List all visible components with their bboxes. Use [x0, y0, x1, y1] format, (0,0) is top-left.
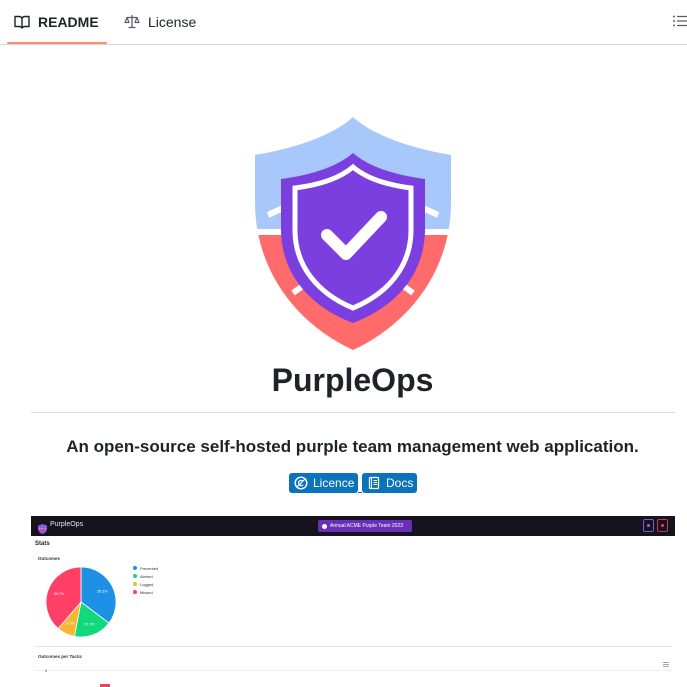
check-circle-icon: [322, 523, 327, 529]
title-divider: [31, 412, 675, 413]
legend-label: Missed: [140, 589, 153, 595]
y-tick-label: 5: [45, 668, 48, 673]
pie-legend: Prevented Alerted Logged Missed: [133, 564, 158, 596]
outcomes-pie-chart: 35.3% 17.7% 8.3% 35.7%: [45, 566, 117, 638]
active-tab-indicator: [7, 42, 107, 44]
legend-label: Alerted: [140, 573, 153, 579]
tab-readme[interactable]: README: [14, 0, 99, 44]
logout-icon: [657, 519, 668, 532]
pie-label-missed: 35.7%: [54, 592, 65, 596]
scale-icon: [124, 14, 140, 30]
licence-icon: [294, 476, 308, 490]
pie-label-alerted: 17.7%: [84, 623, 95, 627]
licence-badge-label: Licence: [313, 476, 355, 490]
legend-item-missed: Missed: [133, 588, 158, 596]
settings-icon: [643, 519, 654, 532]
licence-badge[interactable]: Licence: [289, 473, 358, 493]
screenshot-brand: PurpleOps: [50, 521, 84, 528]
readme-title: PurpleOps: [271, 362, 434, 398]
purpleops-logo: [253, 117, 453, 352]
screenshot-navbar: PurpleOps Annual ACME Purple Team 2023: [31, 516, 675, 536]
tab-readme-label: README: [38, 14, 99, 30]
legend-swatch: [133, 574, 137, 578]
assessment-pill: Annual ACME Purple Team 2023: [318, 520, 412, 532]
book-icon: [14, 14, 30, 30]
tab-license-label: License: [148, 14, 197, 30]
docs-badge-label: Docs: [386, 476, 414, 490]
legend-swatch: [133, 566, 137, 570]
screenshot-divider: [34, 646, 672, 647]
docs-badge[interactable]: Docs: [362, 473, 417, 493]
outline-list-icon[interactable]: [672, 13, 687, 29]
tactic-heading: Outcomes per Tactic: [38, 654, 83, 659]
badge-link-underline: [358, 492, 362, 493]
legend-label: Prevented: [140, 565, 159, 571]
legend-item-alerted: Alerted: [133, 572, 158, 580]
pie-label-prevented: 35.3%: [97, 590, 108, 594]
outcomes-heading: Outcomes: [38, 556, 61, 561]
legend-item-logged: Logged: [133, 580, 158, 588]
tab-license[interactable]: License: [124, 0, 196, 44]
readme-tab-bar: README License: [0, 0, 687, 45]
legend-swatch: [133, 590, 137, 594]
legend-swatch: [133, 582, 137, 586]
stats-heading: Stats: [35, 541, 50, 547]
shield-icon: [38, 521, 47, 534]
readme-tagline: An open-source self-hosted purple team m…: [66, 437, 639, 456]
pie-label-logged: 8.3%: [67, 622, 76, 626]
app-screenshot: PurpleOps Annual ACME Purple Team 2023 S…: [31, 516, 675, 687]
legend-item-prevented: Prevented: [133, 564, 158, 572]
legend-label: Logged: [140, 581, 154, 587]
book-icon: [367, 476, 381, 490]
assessment-name: Annual ACME Purple Team 2023: [330, 523, 404, 529]
chart-gridline: [34, 670, 672, 671]
menu-icon: [663, 654, 669, 667]
